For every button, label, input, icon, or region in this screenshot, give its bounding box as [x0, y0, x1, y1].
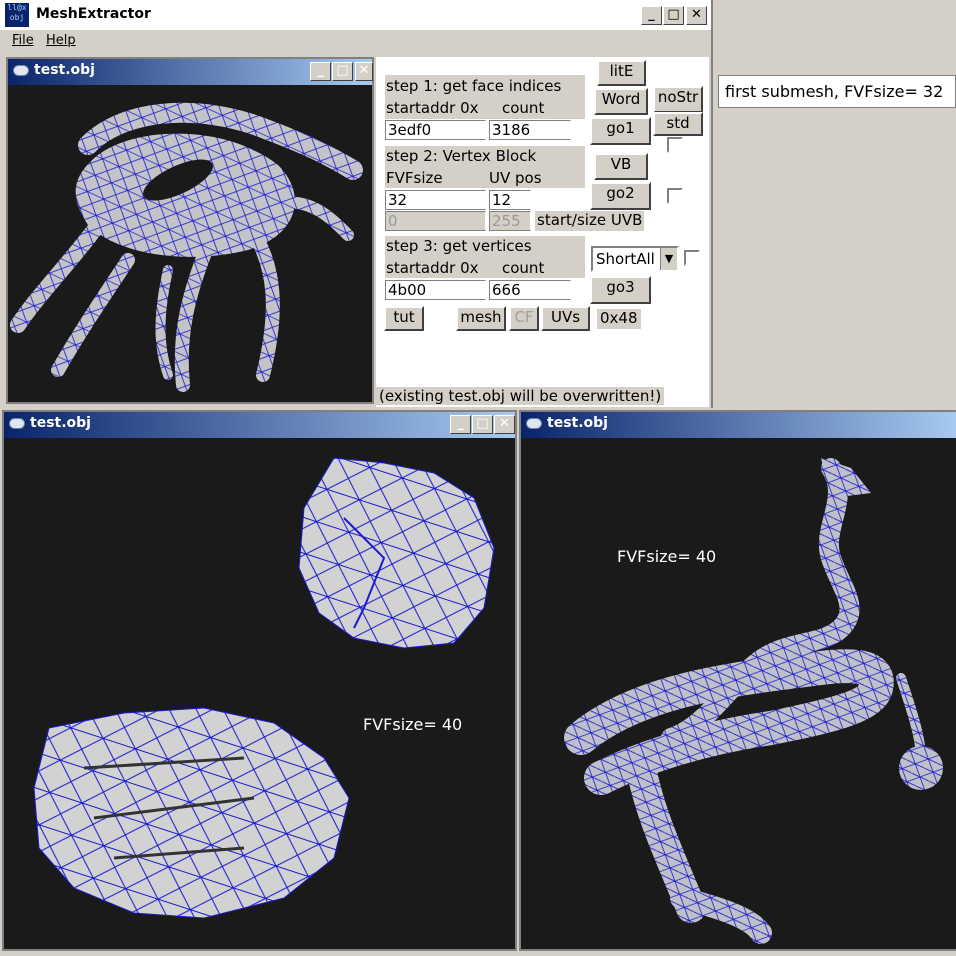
tut-button[interactable]: tut [384, 306, 424, 331]
viewport-title: test.obj [30, 415, 91, 431]
menu-bar [0, 30, 711, 54]
viewport-bottom-left[interactable]: test.obj _ □ ✕ FVFsize= 40 [2, 410, 517, 951]
viewport-title: test.obj [34, 62, 95, 78]
main-window: ll@x obj MeshExtractor _ □ ✕ File Help t… [0, 0, 713, 408]
minimize-button[interactable]: _ [450, 415, 471, 434]
uvb-label: start/size UVB [535, 211, 645, 231]
step3-startaddr-input[interactable]: 4b00 [385, 280, 486, 300]
uvpos-input[interactable]: 12 [489, 190, 531, 210]
cf-button[interactable]: CF [509, 306, 539, 331]
step1-heading: step 1: get face indices [386, 77, 562, 95]
maximize-button[interactable]: □ [472, 415, 493, 434]
minimize-button[interactable]: _ [641, 6, 662, 25]
lite-button[interactable]: litE [597, 60, 646, 86]
viewport-title: test.obj [547, 415, 608, 431]
std-button[interactable]: std [653, 112, 703, 136]
close-button[interactable]: ✕ [686, 6, 707, 25]
fvfsize-overlay: FVFsize= 40 [617, 547, 716, 566]
viewport-top-left[interactable]: test.obj _ □ ✕ [6, 57, 374, 404]
step1-checkbox[interactable] [667, 137, 683, 153]
step3-count-input[interactable]: 666 [489, 280, 571, 300]
viewport-bottom-right[interactable]: test.obj FVFsize= 40 [519, 410, 956, 951]
step1-startaddr-label: startaddr 0x [386, 99, 479, 117]
uvb-size-input: 255 [489, 211, 531, 231]
render-canvas[interactable] [8, 85, 372, 402]
step2-checkbox[interactable] [667, 188, 683, 204]
vb-button[interactable]: VB [594, 153, 648, 180]
word-button[interactable]: Word [594, 88, 648, 115]
step2-heading: step 2: Vertex Block [386, 147, 537, 165]
menu-help[interactable]: Help [46, 33, 76, 48]
file-icon [526, 418, 542, 429]
viewport-title-bar: test.obj _ □ ✕ [4, 412, 515, 438]
minimize-button[interactable]: _ [310, 62, 331, 81]
go2-button[interactable]: go2 [590, 182, 651, 210]
hex-readout: 0x48 [597, 309, 641, 329]
mode-select-value: ShortAll [596, 250, 655, 268]
step3-count-label: count [502, 259, 545, 277]
mesh-render-octopus [10, 102, 363, 392]
title-bar: ll@x obj MeshExtractor _ □ ✕ [0, 0, 711, 30]
uvb-start-input: 0 [385, 211, 486, 231]
mesh-button[interactable]: mesh [456, 306, 506, 331]
go3-button[interactable]: go3 [590, 276, 651, 304]
step3-heading: step 3: get vertices [386, 237, 532, 255]
viewport-title-bar: test.obj _ □ ✕ [8, 59, 373, 85]
render-canvas[interactable]: FVFsize= 40 [4, 438, 515, 949]
step1-startaddr-input[interactable]: 3edf0 [385, 120, 486, 140]
file-icon [13, 65, 29, 76]
render-canvas[interactable]: FVFsize= 40 [521, 438, 956, 949]
app-icon: ll@x obj [5, 3, 29, 27]
overwrite-warning: (existing test.obj will be overwritten!) [376, 387, 665, 405]
window-title: MeshExtractor [36, 6, 151, 22]
step1-count-input[interactable]: 3186 [489, 120, 571, 140]
uvs-button[interactable]: UVs [541, 306, 590, 331]
chevron-down-icon[interactable]: ▼ [660, 248, 677, 270]
maximize-button[interactable]: □ [663, 6, 684, 25]
close-button[interactable]: ✕ [355, 62, 373, 81]
nostr-button[interactable]: noStr [653, 86, 703, 113]
info-box: first submesh, FVFsize= 32 [718, 75, 956, 108]
fvfsize-overlay: FVFsize= 40 [363, 715, 462, 734]
fvfsize-input[interactable]: 32 [385, 190, 486, 210]
menu-file[interactable]: File [12, 33, 34, 48]
maximize-button[interactable]: □ [332, 62, 353, 81]
viewport-title-bar: test.obj [521, 412, 956, 438]
step1-count-label: count [502, 99, 545, 117]
go1-button[interactable]: go1 [590, 117, 651, 145]
file-icon [9, 418, 25, 429]
step2-fvfsize-label: FVFsize [386, 169, 443, 187]
step3-startaddr-label: startaddr 0x [386, 259, 479, 277]
step3-checkbox[interactable] [684, 250, 700, 266]
close-button[interactable]: ✕ [494, 415, 515, 434]
mesh-render-tentacle: FVFsize= 40 [564, 458, 943, 944]
step2-uvpos-label: UV pos [489, 169, 542, 187]
mesh-render-flower: FVFsize= 40 [33, 457, 495, 919]
mode-select[interactable]: ShortAll ▼ [591, 246, 679, 272]
